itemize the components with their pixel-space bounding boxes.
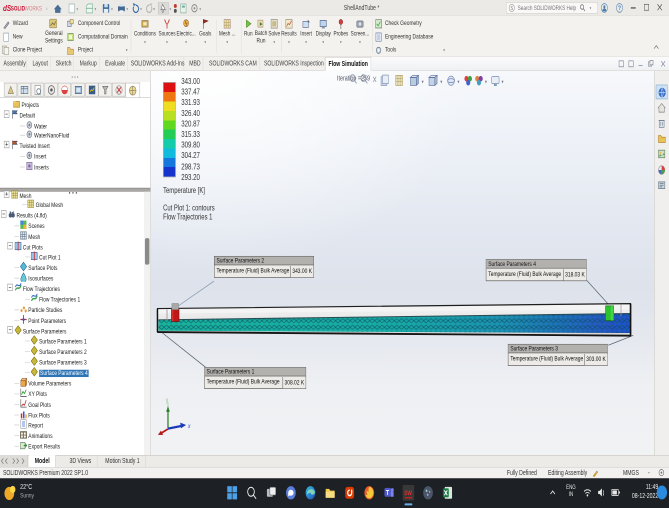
svg-text:▾: ▾: [199, 6, 201, 12]
svg-text:SOLID: SOLID: [11, 6, 25, 13]
svg-text:›: ›: [46, 6, 48, 13]
svg-text:▾: ▾: [502, 79, 505, 85]
svg-text:x: x: [187, 423, 191, 430]
svg-text:▾: ▾: [440, 79, 443, 85]
svg-text:T: T: [386, 489, 389, 497]
svg-text:▾: ▾: [140, 6, 142, 12]
svg-text:▾: ▾: [153, 6, 155, 12]
svg-text:y: y: [166, 398, 169, 405]
svg-text:WORKS: WORKS: [24, 6, 42, 13]
svg-text:▾: ▾: [126, 6, 128, 12]
svg-text:▾: ▾: [95, 6, 97, 12]
svg-text:▾: ▾: [457, 79, 460, 85]
svg-text:▾: ▾: [422, 79, 425, 85]
svg-text:▾: ▾: [76, 6, 78, 12]
svg-text:▾: ▾: [485, 79, 488, 85]
svg-text:SW: SW: [404, 491, 412, 498]
svg-text:▾: ▾: [169, 6, 171, 12]
svg-text:▾: ▾: [111, 6, 113, 12]
